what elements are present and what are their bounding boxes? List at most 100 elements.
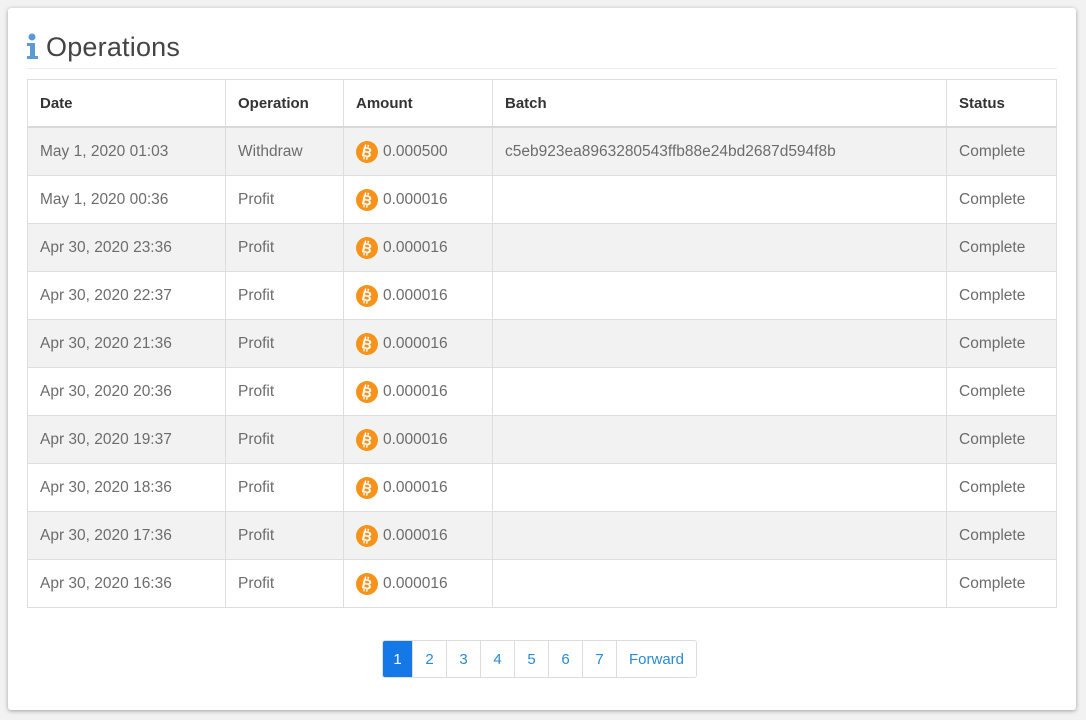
cell-date: Apr 30, 2020 19:37 <box>27 415 226 464</box>
cell-amount: B 0.000500 <box>343 126 493 176</box>
page-3-button[interactable]: 3 <box>446 641 480 677</box>
page-1-button[interactable]: 1 <box>383 641 412 677</box>
cell-operation: Profit <box>225 559 344 608</box>
amount-value: 0.000016 <box>383 334 448 352</box>
cell-status: Complete <box>946 415 1057 464</box>
cell-date: May 1, 2020 00:36 <box>27 175 226 224</box>
bitcoin-icon: B <box>356 140 378 163</box>
cell-operation: Profit <box>225 271 344 320</box>
cell-status: Complete <box>946 511 1057 560</box>
operations-table: Date Operation Amount Batch Status May 1… <box>27 79 1057 608</box>
cell-status: Complete <box>946 559 1057 608</box>
amount-value: 0.000016 <box>383 382 448 400</box>
cell-amount: B 0.000016 <box>343 415 493 464</box>
info-icon <box>26 33 40 61</box>
cell-batch <box>492 319 947 368</box>
cell-date: Apr 30, 2020 21:36 <box>27 319 226 368</box>
cell-operation: Profit <box>225 511 344 560</box>
table-row: Apr 30, 2020 16:36 Profit B 0.000016 Complet… <box>27 559 1057 608</box>
cell-date: Apr 30, 2020 17:36 <box>27 511 226 560</box>
column-header-operation: Operation <box>225 79 344 128</box>
amount-value: 0.000016 <box>383 478 448 496</box>
cell-operation: Profit <box>225 175 344 224</box>
amount-value: 0.000016 <box>383 574 448 592</box>
cell-batch <box>492 415 947 464</box>
cell-status: Complete <box>946 367 1057 416</box>
cell-amount: B 0.000016 <box>343 223 493 272</box>
column-header-batch: Batch <box>492 79 947 128</box>
cell-batch <box>492 367 947 416</box>
bitcoin-icon: B <box>356 524 378 547</box>
amount-value: 0.000016 <box>383 190 448 208</box>
page-4-button[interactable]: 4 <box>480 641 514 677</box>
column-header-amount: Amount <box>343 79 493 128</box>
cell-date: Apr 30, 2020 23:36 <box>27 223 226 272</box>
cell-operation: Profit <box>225 463 344 512</box>
table-row: Apr 30, 2020 19:37 Profit B 0.000016 Complet… <box>27 415 1057 464</box>
bitcoin-icon: B <box>356 572 378 595</box>
cell-batch <box>492 223 947 272</box>
cell-status: Complete <box>946 126 1057 176</box>
bitcoin-icon: B <box>356 380 378 403</box>
table-row: Apr 30, 2020 20:36 Profit B 0.000016 Complet… <box>27 367 1057 416</box>
cell-operation: Profit <box>225 415 344 464</box>
cell-operation: Profit <box>225 319 344 368</box>
table-header-row: Date Operation Amount Batch Status <box>27 79 1057 128</box>
amount-value: 0.000016 <box>383 430 448 448</box>
column-header-status: Status <box>946 79 1057 128</box>
pagination: 1 2 3 4 5 6 7 Forward <box>382 640 698 678</box>
cell-amount: B 0.000016 <box>343 463 493 512</box>
bitcoin-icon: B <box>356 188 378 211</box>
column-header-date: Date <box>27 79 226 128</box>
table-row: Apr 30, 2020 18:36 Profit B 0.000016 Complet… <box>27 463 1057 512</box>
cell-batch <box>492 175 947 224</box>
cell-operation: Profit <box>225 367 344 416</box>
table-body: May 1, 2020 01:03 Withdraw B 0.000500 c5eb92… <box>27 126 1057 608</box>
table-row: Apr 30, 2020 23:36 Profit B 0.000016 Complet… <box>27 223 1057 272</box>
cell-status: Complete <box>946 175 1057 224</box>
amount-value: 0.000016 <box>383 526 448 544</box>
page-7-button[interactable]: 7 <box>582 641 616 677</box>
operations-panel: Operations Date Operation Amount Batch S… <box>8 8 1076 710</box>
page-title: Operations <box>46 31 181 62</box>
panel-header: Operations <box>26 26 1057 69</box>
cell-batch <box>492 271 947 320</box>
bitcoin-icon: B <box>356 476 378 499</box>
bitcoin-icon: B <box>356 236 378 259</box>
cell-batch <box>492 463 947 512</box>
table-row: Apr 30, 2020 21:36 Profit B 0.000016 Complet… <box>27 319 1057 368</box>
table-row: Apr 30, 2020 22:37 Profit B 0.000016 Complet… <box>27 271 1057 320</box>
cell-operation: Withdraw <box>225 126 344 176</box>
cell-amount: B 0.000016 <box>343 175 493 224</box>
cell-date: Apr 30, 2020 16:36 <box>27 559 226 608</box>
amount-value: 0.000016 <box>383 238 448 256</box>
cell-date: Apr 30, 2020 18:36 <box>27 463 226 512</box>
cell-batch <box>492 511 947 560</box>
cell-date: Apr 30, 2020 22:37 <box>27 271 226 320</box>
cell-operation: Profit <box>225 223 344 272</box>
table-row: May 1, 2020 01:03 Withdraw B 0.000500 c5eb92… <box>27 126 1057 176</box>
page-6-button[interactable]: 6 <box>548 641 582 677</box>
cell-amount: B 0.000016 <box>343 367 493 416</box>
cell-batch <box>492 559 947 608</box>
cell-status: Complete <box>946 223 1057 272</box>
cell-amount: B 0.000016 <box>343 511 493 560</box>
amount-value: 0.000016 <box>383 286 448 304</box>
page-5-button[interactable]: 5 <box>514 641 548 677</box>
bitcoin-icon: B <box>356 428 378 451</box>
page-2-button[interactable]: 2 <box>412 641 446 677</box>
cell-amount: B 0.000016 <box>343 559 493 608</box>
cell-date: May 1, 2020 01:03 <box>27 126 226 176</box>
cell-amount: B 0.000016 <box>343 271 493 320</box>
cell-batch: c5eb923ea8963280543ffb88e24bd2687d594f8b <box>492 126 947 176</box>
table-row: Apr 30, 2020 17:36 Profit B 0.000016 Complet… <box>27 511 1057 560</box>
table-row: May 1, 2020 00:36 Profit B 0.000016 Complete <box>27 175 1057 224</box>
cell-date: Apr 30, 2020 20:36 <box>27 367 226 416</box>
cell-status: Complete <box>946 271 1057 320</box>
cell-amount: B 0.000016 <box>343 319 493 368</box>
bitcoin-icon: B <box>356 332 378 355</box>
cell-status: Complete <box>946 319 1057 368</box>
cell-status: Complete <box>946 463 1057 512</box>
forward-button[interactable]: Forward <box>616 641 697 677</box>
amount-value: 0.000500 <box>383 142 448 160</box>
